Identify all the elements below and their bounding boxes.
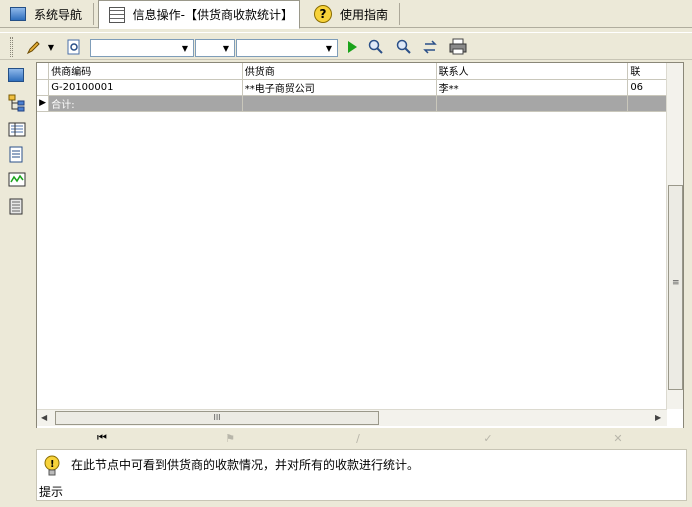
- record-navigator: ⏮ ⚑ ∕ ✓ ✕: [36, 428, 684, 448]
- filter-combo-1[interactable]: ▼: [90, 39, 194, 57]
- zoom-out-icon[interactable]: [394, 37, 414, 57]
- tab-user-guide[interactable]: ? 使用指南: [304, 0, 400, 28]
- cancel-record-icon[interactable]: ✕: [608, 430, 628, 446]
- document-icon[interactable]: [8, 146, 26, 163]
- cell-contact[interactable]: 李**: [436, 79, 629, 96]
- horizontal-scrollbar[interactable]: ◀ III ▶: [37, 409, 667, 426]
- data-grid: 供商编码 供货商 联系人 联 G-20100001 **电子商贸公司 李** 0…: [36, 62, 684, 430]
- cell-supplier[interactable]: **电子商贸公司: [242, 79, 437, 96]
- summary-row[interactable]: ▶ 合计:: [37, 95, 667, 112]
- chevron-down-icon[interactable]: ▼: [218, 40, 234, 56]
- nav-blue-icon: [10, 7, 26, 21]
- run-play-icon[interactable]: [342, 37, 362, 57]
- first-record-icon[interactable]: ⏮: [92, 430, 112, 446]
- post-record-icon[interactable]: ✓: [478, 430, 498, 446]
- nav-blue-icon[interactable]: [8, 68, 26, 84]
- vertical-scrollbar[interactable]: ≡: [666, 63, 683, 409]
- print-icon[interactable]: [448, 37, 468, 57]
- column-header-supplier-code[interactable]: 供商编码: [48, 63, 243, 80]
- tab-label: 使用指南: [340, 7, 389, 22]
- table-row[interactable]: G-20100001 **电子商贸公司 李** 06: [37, 79, 667, 96]
- report-icon[interactable]: [8, 198, 26, 215]
- cell-truncated[interactable]: 06: [627, 79, 667, 96]
- scroll-grip-icon: III: [213, 413, 221, 422]
- filter-combo-3[interactable]: ▼: [236, 39, 338, 57]
- grid-header-row: 供商编码 供货商 联系人 联: [37, 63, 667, 80]
- vertical-scroll-thumb[interactable]: ≡: [668, 185, 683, 390]
- chevron-down-icon[interactable]: ▼: [177, 40, 193, 56]
- scroll-right-arrow-icon[interactable]: ▶: [655, 413, 661, 422]
- row-indicator-header: [37, 63, 50, 80]
- tab-strip: 系统导航 信息操作-【供货商收款统计】 ? 使用指南: [0, 0, 692, 29]
- lightbulb-icon: !: [41, 454, 63, 478]
- hint-panel: ! 提示 在此节点中可看到供货商的收款情况，并对所有的收款进行统计。: [36, 449, 687, 501]
- zoom-in-icon[interactable]: [366, 37, 386, 57]
- toolbar-grip[interactable]: [10, 37, 13, 57]
- column-header-contact[interactable]: 联系人: [436, 63, 629, 80]
- row-pointer-icon: ▶: [37, 95, 50, 112]
- refresh-icon[interactable]: [420, 37, 440, 57]
- chevron-down-icon[interactable]: ▼: [46, 37, 56, 57]
- edit-pencil-icon[interactable]: [24, 37, 44, 57]
- row-indicator[interactable]: [37, 79, 50, 96]
- chevron-down-icon[interactable]: ▼: [321, 40, 337, 56]
- column-header-truncated[interactable]: 联: [627, 63, 667, 80]
- hint-label: 提示: [39, 485, 64, 499]
- summary-cell: [627, 95, 667, 112]
- bookmark-icon[interactable]: ⚑: [220, 430, 240, 446]
- tab-system-nav[interactable]: 系统导航: [0, 0, 94, 28]
- tab-info-operation[interactable]: 信息操作-【供货商收款统计】: [98, 0, 300, 29]
- tab-label: 系统导航: [34, 7, 83, 22]
- help-icon: ?: [314, 5, 332, 23]
- hint-text: 在此节点中可看到供货商的收款情况，并对所有的收款进行统计。: [71, 458, 420, 472]
- scroll-left-arrow-icon[interactable]: ◀: [41, 413, 47, 422]
- svg-text:!: !: [50, 459, 55, 470]
- filter-combo-2[interactable]: ▼: [195, 39, 235, 57]
- chart-monitor-icon[interactable]: [8, 172, 26, 188]
- summary-cell: [242, 95, 437, 112]
- preview-search-icon[interactable]: [64, 37, 84, 57]
- scroll-grip-icon: ≡: [672, 278, 680, 288]
- horizontal-scroll-thumb[interactable]: III: [55, 411, 379, 425]
- column-header-supplier[interactable]: 供货商: [242, 63, 437, 80]
- toolbar: ▼ ▼ ▼ ▼: [0, 32, 692, 60]
- edit-record-icon[interactable]: ∕: [348, 430, 368, 446]
- tree-structure-icon[interactable]: [8, 94, 26, 112]
- summary-cell: [436, 95, 629, 112]
- left-sidebar: [0, 62, 34, 507]
- grid-viewport: 供商编码 供货商 联系人 联 G-20100001 **电子商贸公司 李** 0…: [37, 63, 667, 409]
- grid-doc-icon: [109, 6, 125, 23]
- tab-label: 信息操作-【供货商收款统计】: [132, 8, 293, 22]
- summary-label: 合计:: [48, 95, 243, 112]
- cell-supplier-code[interactable]: G-20100001: [48, 79, 243, 96]
- list-view-icon[interactable]: [8, 122, 26, 138]
